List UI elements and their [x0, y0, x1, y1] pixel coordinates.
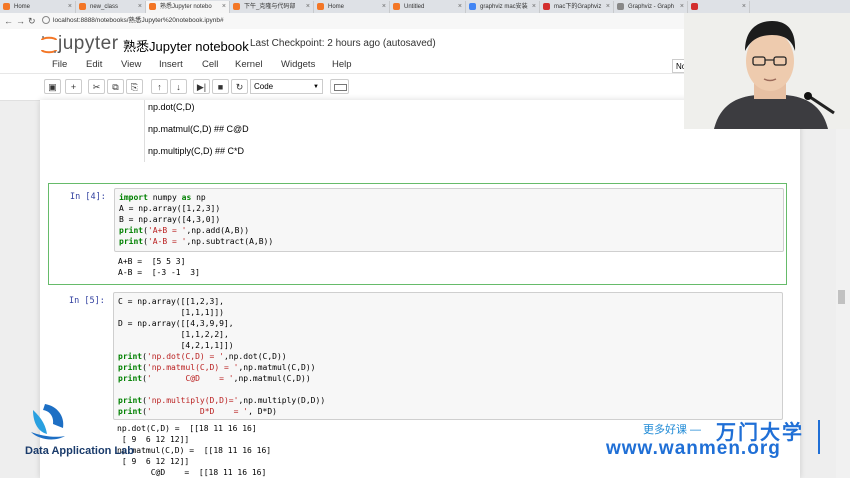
tab-label: Home: [14, 4, 31, 10]
reload-icon[interactable]: ↻: [28, 15, 36, 27]
watermark-org: Data Application Lab: [25, 445, 134, 457]
move-down-icon[interactable]: ↓: [170, 79, 187, 94]
tab-favicon-icon: [317, 3, 324, 10]
browser-tab[interactable]: new_class ×: [76, 1, 146, 13]
paste-icon[interactable]: ⎘: [126, 79, 143, 94]
tab-favicon-icon: [617, 3, 624, 10]
stop-icon[interactable]: ■: [212, 79, 229, 94]
browser-tab[interactable]: Home ×: [0, 1, 76, 13]
tab-close-icon[interactable]: ×: [382, 1, 386, 13]
tab-label: graphviz mac安装: [480, 4, 528, 10]
data-application-lab-logo: [31, 404, 65, 440]
tab-label: mac下的Graphviz: [554, 4, 602, 10]
cut-icon[interactable]: ✂: [88, 79, 105, 94]
move-up-icon[interactable]: ↑: [151, 79, 168, 94]
watermark-divider: [818, 420, 820, 454]
cell-type-value: Code: [254, 82, 274, 91]
tab-close-icon[interactable]: ×: [222, 1, 226, 13]
browser-tab-bar: Home × new_class × 熟悉Jupyter notebo × 下午_克隆与代码…: [0, 0, 850, 13]
tab-favicon-icon: [469, 3, 476, 10]
page-scrollbar[interactable]: [836, 100, 850, 478]
browser-tab[interactable]: Graphviz - Graph ×: [614, 1, 688, 13]
menu-item-widgets[interactable]: Widgets: [281, 59, 315, 70]
url-field[interactable]: localhost:8888/notebooks/熟悉Jupyter%20not…: [42, 15, 224, 27]
markdown-border: [144, 100, 145, 162]
input-prompt: In [5]:: [69, 296, 105, 306]
tab-favicon-icon: [691, 3, 698, 10]
back-icon[interactable]: ←: [4, 15, 13, 27]
code-cell-selected[interactable]: In [4]: import numpy as np A = np.array(…: [48, 183, 787, 285]
restart-icon[interactable]: ↻: [231, 79, 248, 94]
browser-tab[interactable]: Untitled ×: [390, 1, 466, 13]
tab-label: Graphviz - Graph: [628, 4, 675, 10]
tab-close-icon[interactable]: ×: [532, 1, 536, 13]
code-editor[interactable]: C = np.array([[1,2,3], [1,1,1]]) D = np.…: [113, 292, 783, 420]
menu-item-edit[interactable]: Edit: [86, 59, 102, 70]
jupyter-logo-text: jupyter: [58, 33, 119, 54]
tab-close-icon[interactable]: ×: [742, 1, 746, 13]
cell-output: np.dot(C,D) = [[18 11 16 16] [ 9 6 12 12…: [117, 424, 272, 477]
input-prompt: In [4]:: [70, 192, 106, 202]
tab-label: 下午_克隆与代码部: [244, 4, 296, 10]
browser-tab[interactable]: ×: [688, 1, 750, 13]
browser-tab[interactable]: 熟悉Jupyter notebo ×: [146, 1, 230, 13]
tab-label: new_class: [90, 4, 119, 10]
tab-favicon-icon: [79, 3, 86, 10]
tab-close-icon[interactable]: ×: [680, 1, 684, 13]
scrollbar-thumb[interactable]: [838, 290, 845, 304]
menu-item-cell[interactable]: Cell: [202, 59, 218, 70]
tab-close-icon[interactable]: ×: [138, 1, 142, 13]
menu-item-help[interactable]: Help: [332, 59, 352, 70]
browser-tab[interactable]: graphviz mac安装 ×: [466, 1, 540, 13]
keyboard-icon[interactable]: [330, 79, 349, 94]
tab-close-icon[interactable]: ×: [458, 1, 462, 13]
tab-favicon-icon: [233, 3, 240, 10]
menu-item-kernel[interactable]: Kernel: [235, 59, 262, 70]
jupyter-logo-icon[interactable]: [40, 35, 58, 55]
notebook-title[interactable]: 熟悉Jupyter notebook: [123, 36, 249, 55]
insert-cell-icon[interactable]: +: [65, 79, 82, 94]
cell-output: A+B = [5 5 3] A-B = [-3 -1 3]: [118, 257, 200, 277]
run-icon[interactable]: ▶|: [193, 79, 210, 94]
url-text: localhost:8888/notebooks/熟悉Jupyter%20not…: [53, 17, 224, 24]
menu-item-view[interactable]: View: [121, 59, 141, 70]
forward-icon[interactable]: →: [16, 15, 25, 27]
menu-item-file[interactable]: File: [52, 59, 67, 70]
browser-tab[interactable]: mac下的Graphviz ×: [540, 1, 614, 13]
markdown-line: np.dot(C,D): [148, 102, 195, 112]
tab-label: 熟悉Jupyter notebo: [160, 4, 212, 10]
browser-tab[interactable]: Home ×: [314, 1, 390, 13]
presenter-image: [684, 13, 850, 129]
tab-label: Home: [328, 4, 345, 10]
watermark-site: www.wanmen.org: [606, 438, 781, 459]
browser-tab[interactable]: 下午_克隆与代码部 ×: [230, 1, 314, 13]
menu-item-insert[interactable]: Insert: [159, 59, 183, 70]
copy-icon[interactable]: ⧉: [107, 79, 124, 94]
tab-label: Untitled: [404, 4, 425, 10]
watermark-slogan: 更多好课 —: [643, 424, 702, 436]
tab-close-icon[interactable]: ×: [606, 1, 610, 13]
tab-favicon-icon: [393, 3, 400, 10]
cell-type-select[interactable]: Code ▼: [250, 79, 323, 94]
code-editor[interactable]: import numpy as np A = np.array([1,2,3])…: [114, 188, 784, 252]
tab-favicon-icon: [543, 3, 550, 10]
tab-favicon-icon: [3, 3, 10, 10]
webcam-overlay: [684, 13, 850, 129]
save-icon[interactable]: ▣: [44, 79, 61, 94]
tab-favicon-icon: [149, 3, 156, 10]
info-icon: [42, 16, 50, 25]
markdown-line: np.multiply(C,D) ## C*D: [148, 146, 245, 156]
checkpoint-status: Last Checkpoint: 2 hours ago (autosaved): [250, 38, 436, 49]
tab-close-icon[interactable]: ×: [68, 1, 72, 13]
tab-close-icon[interactable]: ×: [306, 1, 310, 13]
markdown-line: np.matmul(C,D) ## C@D: [148, 124, 249, 134]
chevron-down-icon: ▼: [313, 84, 319, 90]
